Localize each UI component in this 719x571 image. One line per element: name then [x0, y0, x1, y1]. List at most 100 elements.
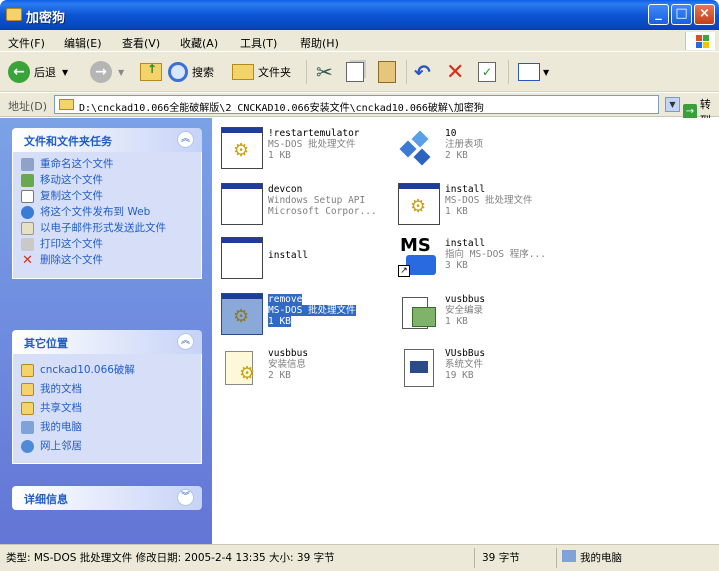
- views-button[interactable]: ▼: [518, 60, 549, 84]
- file-item-selected[interactable]: ⚙ remove MS-DOS 批处理文件 1 KB: [216, 290, 386, 338]
- system-file-icon: [398, 347, 440, 389]
- file-item[interactable]: ⚙ install MS-DOS 批处理文件 1 KB: [393, 180, 563, 228]
- other-places-header[interactable]: 其它位置 ︽: [12, 330, 202, 354]
- menu-tools[interactable]: 工具(T): [240, 35, 277, 51]
- toolbar-separator: [406, 60, 407, 84]
- status-divider: [474, 548, 475, 568]
- folder-icon: [21, 364, 34, 377]
- menu-file[interactable]: 文件(F): [8, 35, 45, 51]
- task-copy[interactable]: 复制这个文件: [21, 190, 193, 203]
- copy-icon: [21, 190, 34, 203]
- undo-button[interactable]: ↶: [414, 60, 431, 84]
- file-tasks-header[interactable]: 文件和文件夹任务 ︽: [12, 128, 202, 152]
- details-header[interactable]: 详细信息 ︾: [12, 486, 202, 510]
- place-shared-documents[interactable]: 共享文档: [21, 402, 193, 415]
- properties-icon: ✓: [478, 62, 496, 82]
- task-rename[interactable]: 重命名这个文件: [21, 158, 193, 171]
- menu-help[interactable]: 帮助(H): [300, 35, 339, 51]
- collapse-icon[interactable]: ︽: [177, 131, 194, 148]
- printer-icon: [21, 238, 34, 251]
- place-network[interactable]: 网上邻居: [21, 440, 193, 453]
- paste-icon: [378, 61, 396, 83]
- rename-icon: [21, 158, 34, 171]
- address-label: 地址(D): [8, 100, 48, 113]
- chevron-down-icon: ▼: [62, 67, 69, 77]
- task-publish-web[interactable]: 将这个文件发布到 Web: [21, 206, 193, 219]
- address-input[interactable]: D:\cnckad10.066全能破解版\2 CNCKAD10.066安装文件\…: [54, 95, 659, 114]
- copy-icon: [346, 62, 364, 82]
- status-bar: 类型: MS-DOS 批处理文件 修改日期: 2005-2-4 13:35 大小…: [0, 544, 719, 571]
- views-icon: [518, 63, 540, 81]
- forward-button[interactable]: → ▼: [90, 60, 124, 84]
- windows-logo-icon: [685, 32, 715, 50]
- place-cnckad[interactable]: cnckad10.066破解: [21, 364, 193, 377]
- menu-edit[interactable]: 编辑(E): [64, 35, 102, 51]
- move-icon: [21, 174, 34, 187]
- place-my-computer[interactable]: 我的电脑: [21, 421, 193, 434]
- delete-icon: ✕: [446, 59, 465, 85]
- file-item[interactable]: install: [216, 234, 386, 282]
- security-catalog-icon: [398, 293, 440, 335]
- batch-file-icon: ⚙: [221, 127, 263, 169]
- folder-icon: [59, 99, 74, 110]
- place-my-documents[interactable]: 我的文档: [21, 383, 193, 396]
- dll-file-icon: [221, 183, 263, 225]
- shared-folder-icon: [21, 402, 34, 415]
- file-item[interactable]: VUsbBus 系统文件 19 KB: [393, 344, 563, 392]
- close-button[interactable]: ×: [694, 4, 715, 25]
- status-location: 我的电脑: [580, 552, 622, 564]
- my-documents-icon: [21, 383, 34, 396]
- folders-button[interactable]: 文件夹: [232, 60, 291, 84]
- maximize-button[interactable]: □: [671, 4, 692, 25]
- task-print[interactable]: 打印这个文件: [21, 238, 193, 251]
- file-item[interactable]: ⚙ !restartemulator MS-DOS 批处理文件 1 KB: [216, 124, 386, 172]
- window-title: 加密狗: [26, 11, 66, 26]
- file-item[interactable]: MS ↗ install 指向 MS-DOS 程序... 3 KB: [393, 234, 563, 282]
- address-bar: 地址(D) D:\cnckad10.066全能破解版\2 CNCKAD10.06…: [0, 93, 719, 127]
- computer-icon: [562, 550, 576, 562]
- copy-button[interactable]: [346, 60, 364, 84]
- other-places-panel: 其它位置 ︽ cnckad10.066破解 我的文档 共享文档 我的电脑 网上邻…: [12, 330, 202, 464]
- collapse-icon[interactable]: ︽: [177, 333, 194, 350]
- setup-info-icon: ⚙: [221, 347, 263, 389]
- up-folder-icon: ↑: [140, 62, 162, 81]
- back-arrow-icon: ←: [8, 61, 30, 83]
- details-panel: 详细信息 ︾: [12, 486, 202, 510]
- toolbar-separator: [508, 60, 509, 84]
- file-item[interactable]: ⚙ vusbbus 安装信息 2 KB: [216, 344, 386, 392]
- toolbar-separator: [306, 60, 307, 84]
- menu-favorites[interactable]: 收藏(A): [180, 35, 218, 51]
- title-bar: 加密狗 _ □ ×: [0, 0, 719, 30]
- cut-button[interactable]: ✂: [316, 60, 333, 84]
- chevron-down-icon: ▼: [118, 67, 125, 77]
- file-item[interactable]: 10 注册表项 2 KB: [393, 124, 563, 172]
- paste-button[interactable]: [378, 60, 396, 84]
- application-icon: [221, 237, 263, 279]
- computer-icon: [21, 421, 34, 434]
- undo-icon: ↶: [414, 60, 431, 84]
- email-icon: [21, 222, 34, 235]
- back-button[interactable]: ← 后退 ▼: [8, 60, 68, 84]
- chevron-down-icon: ▼: [543, 67, 550, 77]
- task-move[interactable]: 移动这个文件: [21, 174, 193, 187]
- expand-icon[interactable]: ︾: [177, 489, 194, 506]
- file-item[interactable]: devcon Windows Setup API Microsoft Corpor.…: [216, 180, 386, 228]
- registry-file-icon: [398, 127, 440, 169]
- status-divider: [556, 548, 557, 568]
- file-item[interactable]: vusbbus 安全编录 1 KB: [393, 290, 563, 338]
- msdos-shortcut-icon: MS ↗: [398, 237, 440, 279]
- search-button[interactable]: 搜索: [168, 60, 214, 84]
- menu-view[interactable]: 查看(V): [122, 35, 160, 51]
- globe-icon: [21, 206, 34, 219]
- minimize-button[interactable]: _: [648, 4, 669, 25]
- file-list: ⚙ !restartemulator MS-DOS 批处理文件 1 KB 10 注册表…: [212, 118, 719, 544]
- properties-button[interactable]: ✓: [478, 60, 496, 84]
- status-info: 类型: MS-DOS 批处理文件 修改日期: 2005-2-4 13:35 大小…: [6, 552, 335, 564]
- task-delete[interactable]: ✕ 删除这个文件: [21, 254, 193, 267]
- delete-button[interactable]: ✕: [446, 59, 465, 85]
- up-folder-button[interactable]: ↑: [140, 60, 162, 84]
- address-dropdown-button[interactable]: ▼: [665, 97, 680, 112]
- task-email[interactable]: 以电子邮件形式发送此文件: [21, 222, 193, 235]
- delete-icon: ✕: [22, 253, 33, 268]
- task-pane: 文件和文件夹任务 ︽ 重命名这个文件 移动这个文件 复制这个文件 将这个文件发布…: [0, 118, 212, 544]
